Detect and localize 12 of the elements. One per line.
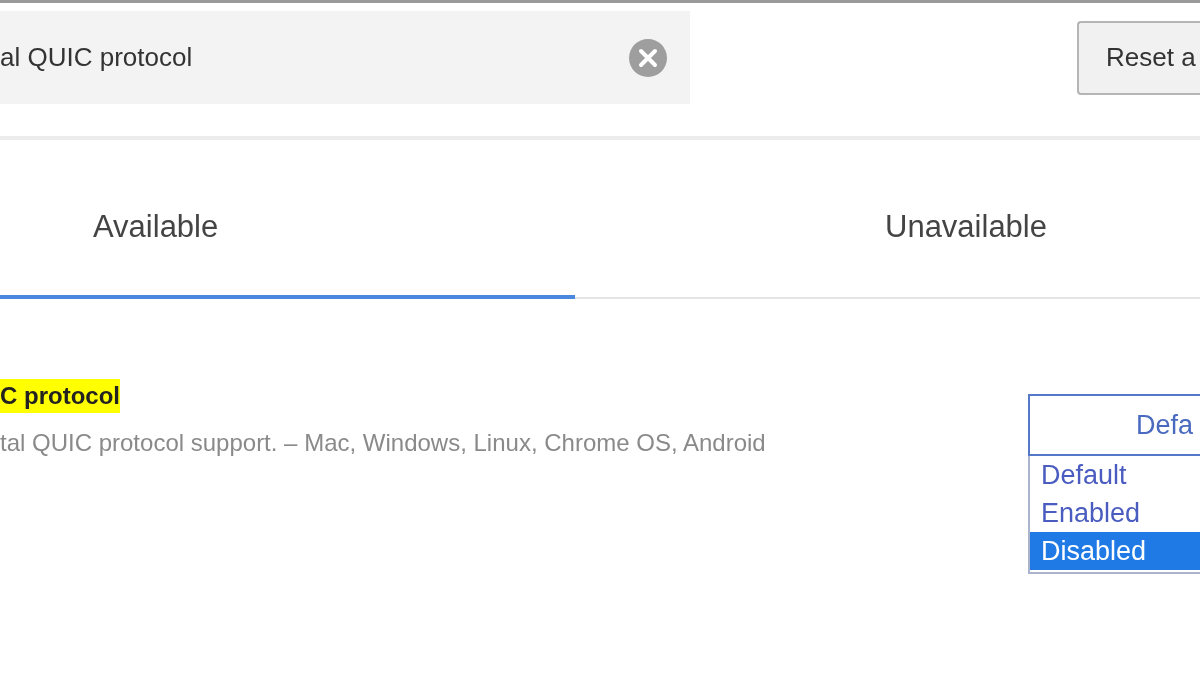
reset-button[interactable]: Reset a	[1077, 20, 1200, 95]
tab[interactable]: Unavailable	[575, 140, 1200, 299]
dropdown-option[interactable]: Default	[1030, 456, 1200, 494]
search-text: al QUIC protocol	[0, 41, 193, 74]
clear-icon[interactable]	[628, 37, 668, 78]
flag-description: tal QUIC protocol support. – Mac, Windows, Linux, Chrome OS, Android	[0, 428, 767, 458]
dropdown-option[interactable]: Disabled	[1030, 532, 1200, 570]
dropdown-option[interactable]: Enabled	[1030, 494, 1200, 532]
tab[interactable]: Available	[0, 140, 575, 299]
flag-title: C protocol	[0, 379, 120, 413]
dropdown[interactable]: Defa	[1028, 394, 1200, 456]
search-field[interactable]: al QUIC protocol	[0, 11, 690, 104]
